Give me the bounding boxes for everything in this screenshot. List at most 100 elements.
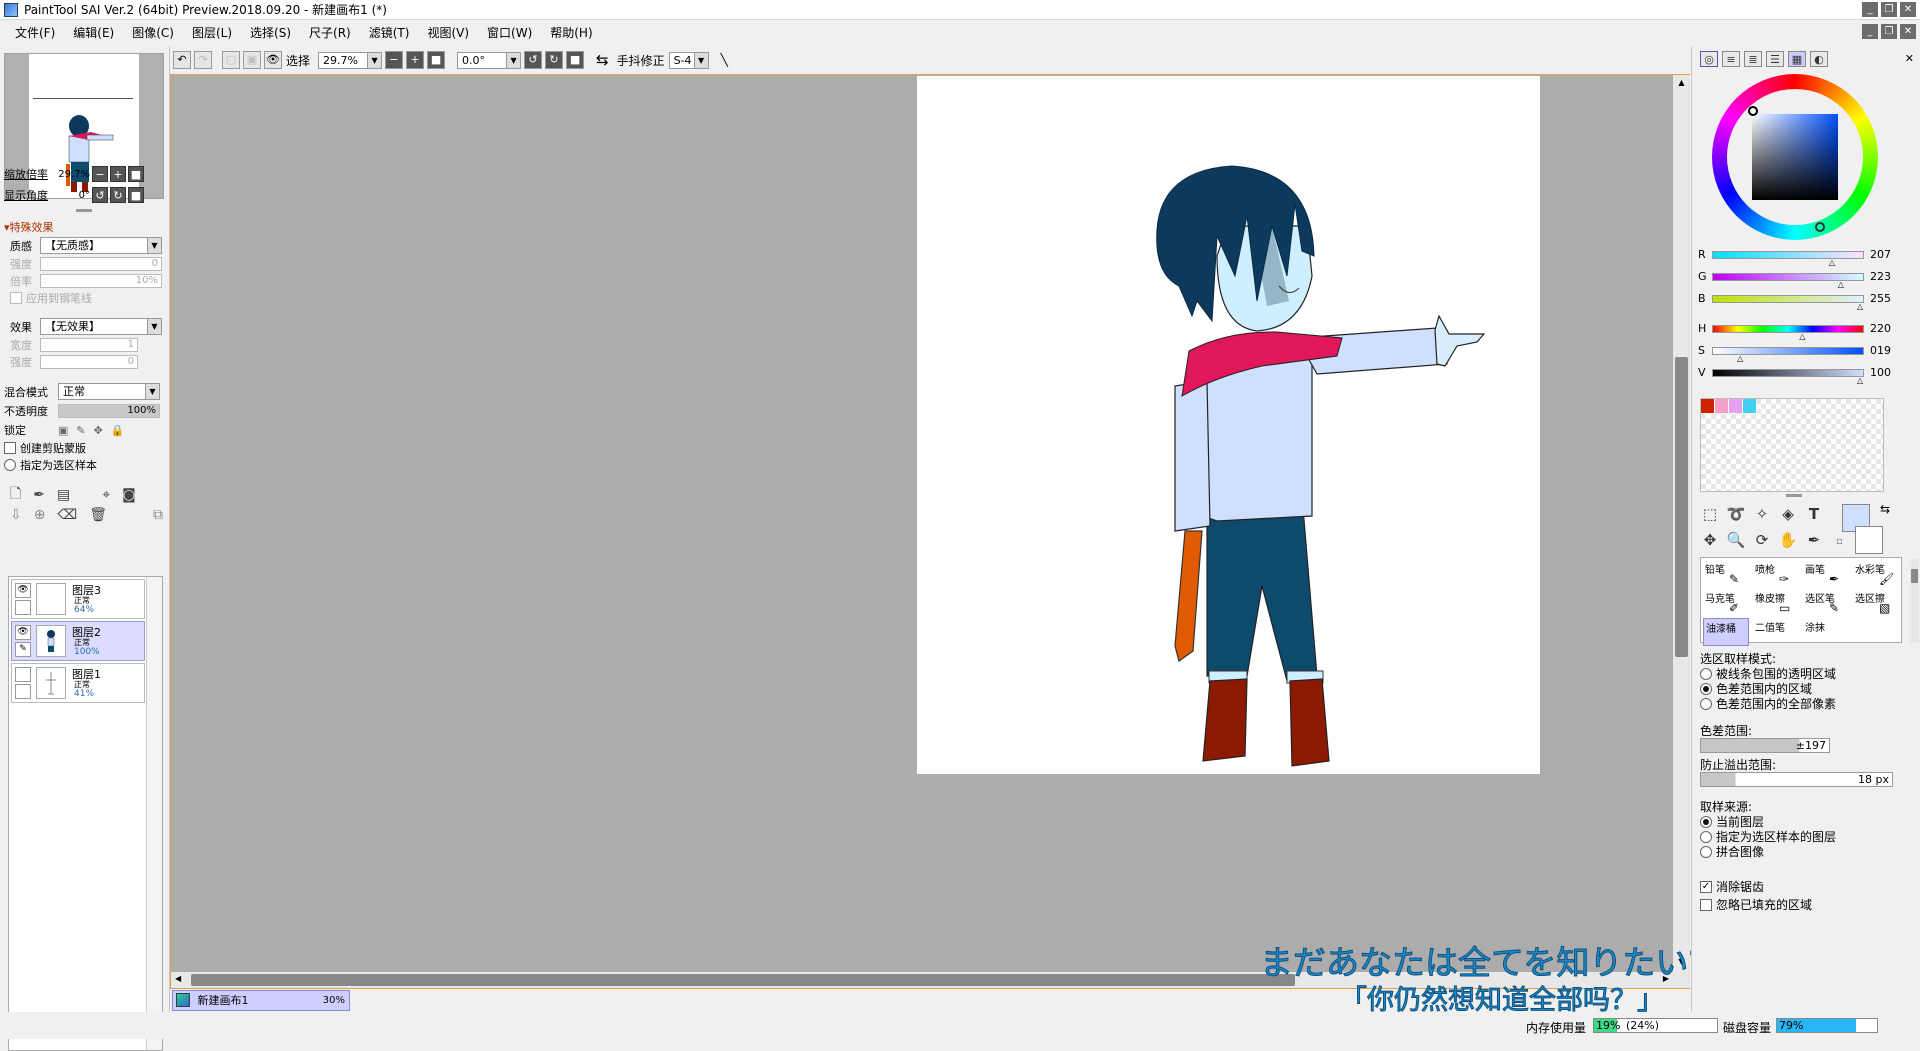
brush-slot[interactable]: 铅笔 ✎ (1703, 560, 1749, 588)
flip-horizontal-icon[interactable]: ⇆ (596, 51, 609, 69)
clip-checkbox[interactable] (4, 442, 16, 454)
stabilizer-select[interactable]: S-4 ▼ (668, 51, 709, 69)
transparent-color-icon[interactable]: ▫ (1836, 536, 1843, 547)
saturation-value-square[interactable] (1752, 114, 1838, 200)
color-swatch[interactable] (1743, 399, 1757, 413)
radio-button[interactable] (1700, 815, 1712, 828)
eyedropper-icon[interactable]: ✒ (1804, 530, 1824, 550)
zoom-select[interactable]: 29.7% ▼ (318, 51, 383, 69)
effect-strength-slider[interactable]: 0 (40, 355, 138, 369)
toolbar-rotate-reset-button[interactable]: ■ (566, 51, 585, 69)
extra-layer-icon[interactable]: ⧉ (153, 507, 163, 523)
redo-button[interactable]: ↷ (194, 51, 212, 69)
s-value[interactable]: 019 (1870, 344, 1898, 357)
radio-button[interactable] (1700, 830, 1712, 843)
copy-layer-icon[interactable]: ⊕ (34, 507, 46, 523)
slider-marker-icon[interactable]: △ (1838, 280, 1844, 289)
undo-button[interactable]: ↶ (173, 51, 191, 69)
text-tool-icon[interactable]: T (1804, 504, 1824, 524)
doc-restore-button[interactable]: ❐ (1881, 24, 1897, 39)
effect-select[interactable]: 【无效果】 ▼ (40, 318, 162, 335)
menu-image[interactable]: 图像(C) (123, 20, 183, 46)
rotate-left-button[interactable]: ↺ (92, 187, 108, 203)
radio-option[interactable]: 色差范围内的全部像素 (1700, 695, 1836, 712)
canvas-paper[interactable] (917, 76, 1540, 774)
canvas-tab[interactable]: 新建画布1 30% (172, 990, 350, 1011)
sample-radio[interactable] (4, 459, 16, 471)
brush-slot[interactable]: 涂抹 (1803, 618, 1849, 646)
layer-edit-slot[interactable] (15, 600, 31, 615)
menu-ruler[interactable]: 尺子(R) (300, 20, 360, 46)
ignore-filled-checkbox[interactable] (1700, 898, 1712, 911)
close-button[interactable]: ✕ (1900, 2, 1916, 17)
swatch-palette[interactable] (1700, 398, 1884, 492)
menu-layer[interactable]: 图层(L) (183, 20, 241, 46)
toolbar-rotate-left-button[interactable]: ↺ (524, 51, 543, 69)
h-value[interactable]: 220 (1870, 322, 1898, 335)
texture-select[interactable]: 【无质感】 ▼ (40, 237, 162, 254)
b-value[interactable]: 255 (1870, 292, 1898, 305)
slider-marker-icon[interactable]: △ (1829, 258, 1835, 267)
blend-select[interactable]: 正常 ▼ (58, 383, 160, 400)
range-slider[interactable]: ±197 (1700, 738, 1830, 753)
lock-move-icon[interactable]: ✥ (94, 424, 103, 437)
new-pen-layer-icon[interactable]: ✒ (33, 487, 45, 503)
angle-value[interactable]: 0° (52, 190, 90, 201)
move-tool-icon[interactable]: ✥ (1700, 530, 1720, 550)
scroll-up-arrow-icon[interactable]: ▲ (1676, 78, 1687, 88)
brush-slot[interactable]: 油漆桶 (1703, 618, 1749, 646)
toolbar-rotate-right-button[interactable]: ↻ (545, 51, 564, 69)
g-value[interactable]: 223 (1870, 270, 1898, 283)
secondary-color-swatch[interactable] (1855, 526, 1883, 554)
menu-window[interactable]: 窗口(W) (478, 20, 541, 46)
color-swatch[interactable] (1701, 399, 1715, 413)
b-slider[interactable]: △ (1712, 294, 1864, 310)
minimize-button[interactable]: _ (1862, 2, 1878, 17)
visibility-slot[interactable] (15, 667, 31, 682)
strength-slider[interactable]: 0 (40, 257, 162, 271)
v-slider[interactable]: △ (1712, 368, 1864, 384)
hue-picker-handle[interactable] (1815, 222, 1825, 232)
radio-button[interactable] (1700, 682, 1712, 695)
brush-slot[interactable]: 马克笔 ✐ (1703, 589, 1749, 617)
brush-slot[interactable]: 二值笔 (1753, 618, 1799, 646)
r-value[interactable]: 207 (1870, 248, 1898, 261)
horizontal-scroll-thumb[interactable] (191, 974, 1295, 986)
brush-slot[interactable]: 水彩笔 🖌 (1853, 560, 1899, 588)
zoom-reset-button[interactable]: ■ (128, 166, 144, 182)
invert-select-button[interactable]: ▣ (243, 51, 261, 69)
doc-close-button[interactable]: ✕ (1900, 24, 1916, 39)
brush-slot[interactable]: 喷枪 ✑ (1753, 560, 1799, 588)
r-slider[interactable]: △ (1712, 250, 1864, 266)
maximize-button[interactable]: ❐ (1881, 2, 1897, 17)
rgb-slider-tab-icon[interactable]: ≡ (1722, 51, 1740, 67)
layer-item[interactable]: 图层1 正常 41% (11, 663, 145, 703)
panel-splitter[interactable] (76, 209, 92, 212)
effects-header[interactable]: ▾ 特殊效果 (4, 219, 54, 235)
merge-down-icon[interactable]: ⇩ (10, 507, 22, 523)
canvas-vertical-scrollbar[interactable]: ▲ ▼ (1673, 75, 1690, 988)
slider-marker-icon[interactable]: △ (1857, 376, 1863, 385)
mixer-tab-icon[interactable]: ☰ (1766, 51, 1784, 67)
opacity-slider[interactable]: 100% (58, 404, 160, 418)
layer-edit-slot[interactable] (15, 684, 31, 699)
menu-file[interactable]: 文件(F) (6, 20, 64, 46)
delete-layer-icon[interactable]: 🗑 (89, 507, 107, 523)
bucket-select-icon[interactable]: ◈ (1778, 504, 1798, 524)
zoom-out-button[interactable]: − (92, 166, 108, 182)
toolbar-zoom-reset-button[interactable]: ■ (427, 51, 446, 69)
panel-splitter[interactable] (1786, 494, 1802, 497)
lasso-icon[interactable]: ➰ (1726, 504, 1746, 524)
rotate-right-button[interactable]: ↻ (110, 187, 126, 203)
brush-grid-scrollbar[interactable] (1910, 559, 1919, 643)
menu-view[interactable]: 视图(V) (418, 20, 478, 46)
brush-slot[interactable]: 画笔 ✒ (1803, 560, 1849, 588)
magic-wand-icon[interactable]: ✧ (1752, 504, 1772, 524)
menu-select[interactable]: 选择(S) (241, 20, 300, 46)
layer-list-scrollbar[interactable] (146, 577, 162, 1050)
show-selection-eye-icon[interactable]: 👁 (264, 51, 282, 69)
radio-button[interactable] (1700, 845, 1712, 858)
rect-select-icon[interactable]: ⬚ (1700, 504, 1720, 524)
brush-slot[interactable]: 选区擦 ▧ (1853, 589, 1899, 617)
menu-help[interactable]: 帮助(H) (541, 20, 601, 46)
